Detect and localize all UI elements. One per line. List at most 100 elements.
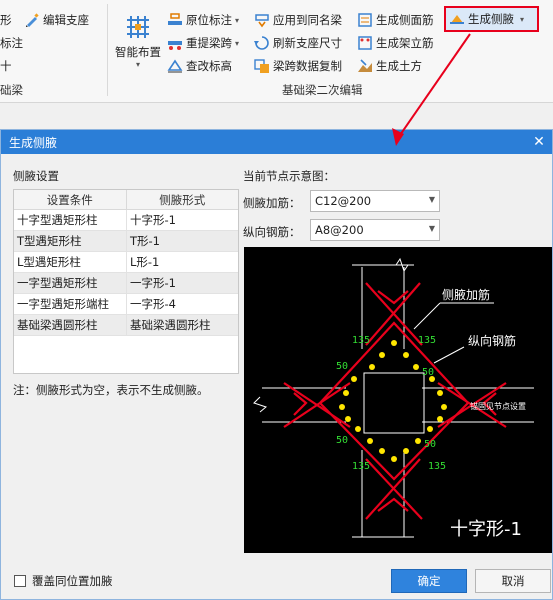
- in-situ-annotation-button[interactable]: 原位标注 ▾: [167, 10, 239, 30]
- condition-cell: 一字型遇矩形柱: [14, 273, 127, 293]
- haunch-rebar-value: C12@200: [315, 194, 372, 208]
- form-cell[interactable]: 十字形-1: [127, 210, 238, 230]
- refresh-support-label: 刷新支座尺寸: [273, 36, 342, 50]
- table-row[interactable]: T型遇矩形柱 T形-1: [14, 231, 238, 252]
- form-cell[interactable]: 一字形-1: [127, 273, 238, 293]
- erection-rebar-button[interactable]: 生成架立筋: [357, 33, 434, 53]
- note-text: 注：侧腋形式为空，表示不生成侧腋。: [13, 383, 209, 397]
- chevron-down-icon: ▾: [135, 60, 140, 69]
- apply-same-name-icon: [254, 12, 270, 28]
- elevation-label: 查改标高: [186, 59, 232, 73]
- form-cell[interactable]: T形-1: [127, 231, 238, 251]
- in-situ-annotation-icon: [167, 12, 183, 28]
- dim-label-135-top-right: 135: [418, 335, 436, 346]
- haunch-settings-table: 设置条件 侧腋形式 十字型遇矩形柱 十字形-1 T型遇矩形柱 T形-1 L型遇矩…: [13, 189, 239, 374]
- dim-label-135-bottom-right: 135: [428, 461, 446, 472]
- overwrite-haunch-option[interactable]: 覆盖同位置加腋: [14, 573, 113, 589]
- smart-layout-button[interactable]: 智能布置 ▾: [112, 8, 164, 78]
- table-row[interactable]: 一字型遇矩形端柱 一字形-4: [14, 294, 238, 315]
- re-extract-span-icon: [167, 35, 183, 51]
- generate-haunch-inner: 生成侧腋 ▾: [449, 9, 524, 29]
- span-copy-button[interactable]: 梁跨数据复制: [254, 56, 342, 76]
- ribbon-clipped-label: 形: [0, 13, 12, 27]
- span-copy-label: 梁跨数据复制: [273, 59, 342, 73]
- close-icon[interactable]: ✕: [530, 133, 548, 151]
- re-extract-span-label: 重提梁跨: [186, 36, 232, 50]
- table-row[interactable]: 十字型遇矩形柱 十字形-1: [14, 210, 238, 231]
- chevron-down-icon: ▼: [428, 195, 435, 204]
- callout-longitudinal-rebar: 纵向钢筋: [468, 333, 516, 348]
- smart-layout-icon: [123, 12, 153, 42]
- haunch-rebar-combo[interactable]: C12@200 ▼: [310, 190, 440, 212]
- node-diagram-svg: 135 135 50 50 50 50 135 135 侧腋加筋 纵向钢筋 锚固…: [253, 257, 534, 540]
- edit-support-label: 编辑支座: [43, 13, 89, 27]
- dim-label-135-bottom-left: 135: [352, 461, 370, 472]
- dim-label-50-left: 50: [336, 361, 348, 372]
- diagram-caption: 十字形-1: [450, 519, 522, 540]
- earthwork-icon: [357, 58, 373, 74]
- in-situ-annotation-label: 原位标注: [186, 13, 232, 27]
- form-cell[interactable]: L形-1: [127, 252, 238, 272]
- chevron-down-icon: ▾: [235, 15, 240, 25]
- condition-cell: T型遇矩形柱: [14, 231, 127, 251]
- erection-rebar-icon: [357, 35, 373, 51]
- elevation-icon: [167, 58, 183, 74]
- ribbon-clipped-label: 标注: [0, 36, 23, 50]
- node-diagram: 135 135 50 50 50 50 135 135 侧腋加筋 纵向钢筋 锚固…: [244, 247, 552, 553]
- ribbon-clipped-item-3[interactable]: 十: [0, 56, 12, 76]
- table-row[interactable]: 基础梁遇圆形柱 基础梁遇圆形柱: [14, 315, 238, 336]
- refresh-support-button[interactable]: 刷新支座尺寸: [254, 33, 342, 53]
- dim-label-50-bottom-left: 50: [336, 435, 348, 446]
- condition-cell: 基础梁遇圆形柱: [14, 315, 127, 335]
- edit-support-icon: [24, 12, 40, 28]
- generate-haunch-label: 生成侧腋: [468, 12, 514, 26]
- haunch-icon: [449, 11, 465, 27]
- generate-haunch-button[interactable]: 生成侧腋 ▾: [444, 6, 539, 32]
- apply-same-name-button[interactable]: 应用到同名梁: [254, 10, 342, 30]
- beam-outline: [253, 257, 534, 538]
- cancel-button[interactable]: 取消: [475, 569, 551, 593]
- dialog-title-bar[interactable]: 生成侧腋 ✕: [1, 130, 552, 154]
- dimension-labels: 135 135 50 50 50 50 135 135: [336, 335, 446, 472]
- dim-label-50-bottom-right: 50: [424, 439, 436, 450]
- condition-cell: 十字型遇矩形柱: [14, 210, 127, 230]
- span-copy-icon: [254, 58, 270, 74]
- dim-label-135-top-left: 135: [352, 335, 370, 346]
- elevation-button[interactable]: 查改标高: [167, 56, 232, 76]
- callout-haunch-rebar: 侧腋加筋: [442, 287, 490, 302]
- callout-leaders: [413, 302, 494, 364]
- condition-cell: L型遇矩形柱: [14, 252, 127, 272]
- form-cell[interactable]: 一字形-4: [127, 294, 238, 314]
- table-row[interactable]: L型遇矩形柱 L形-1: [14, 252, 238, 273]
- node-diagram-title: 当前节点示意图：: [243, 169, 335, 183]
- condition-cell: 一字型遇矩形端柱: [14, 294, 127, 314]
- ribbon-toolbar: 形 标注 十 础梁 编辑支座 智能布置 ▾ 原位标注 ▾ 重提梁跨 ▾ 查改标高…: [0, 0, 553, 103]
- ribbon-clipped-item-1[interactable]: 形: [0, 10, 12, 30]
- chevron-down-icon: ▾: [235, 38, 240, 48]
- dim-label-50-right: 50: [422, 367, 434, 378]
- dialog-title: 生成侧腋: [9, 135, 58, 150]
- earthwork-button[interactable]: 生成土方: [357, 56, 422, 76]
- table-row[interactable]: 一字型遇矩形柱 一字形-1: [14, 273, 238, 294]
- re-extract-span-button[interactable]: 重提梁跨 ▾: [167, 33, 239, 53]
- ribbon-group-label-left: 础梁: [0, 83, 23, 97]
- edit-support-button[interactable]: 编辑支座: [24, 10, 89, 30]
- generate-haunch-dialog: 生成侧腋 ✕ 侧腋设置 设置条件 侧腋形式 十字型遇矩形柱 十字形-1 T型遇矩…: [0, 129, 553, 600]
- side-rebar-icon: [357, 12, 373, 28]
- table-header: 设置条件 侧腋形式: [14, 190, 238, 210]
- side-rebar-button[interactable]: 生成侧面筋: [357, 10, 434, 30]
- ribbon-clipped-item-2[interactable]: 标注: [0, 33, 23, 53]
- chevron-down-icon: ▼: [428, 224, 435, 233]
- chevron-down-icon: ▾: [520, 14, 525, 24]
- smart-layout-label: 智能布置: [115, 45, 161, 59]
- haunch-rebar-label: 侧腋加筋：: [243, 196, 301, 210]
- column-header-condition: 设置条件: [14, 190, 127, 209]
- form-cell[interactable]: 基础梁遇圆形柱: [127, 315, 238, 335]
- column-header-form: 侧腋形式: [159, 193, 206, 207]
- ok-button[interactable]: 确定: [391, 569, 467, 593]
- earthwork-label: 生成土方: [376, 59, 422, 73]
- apply-same-name-label: 应用到同名梁: [273, 13, 342, 27]
- ribbon-separator: [107, 4, 108, 96]
- long-rebar-combo[interactable]: A8@200 ▼: [310, 219, 440, 241]
- overwrite-haunch-checkbox[interactable]: [14, 575, 26, 587]
